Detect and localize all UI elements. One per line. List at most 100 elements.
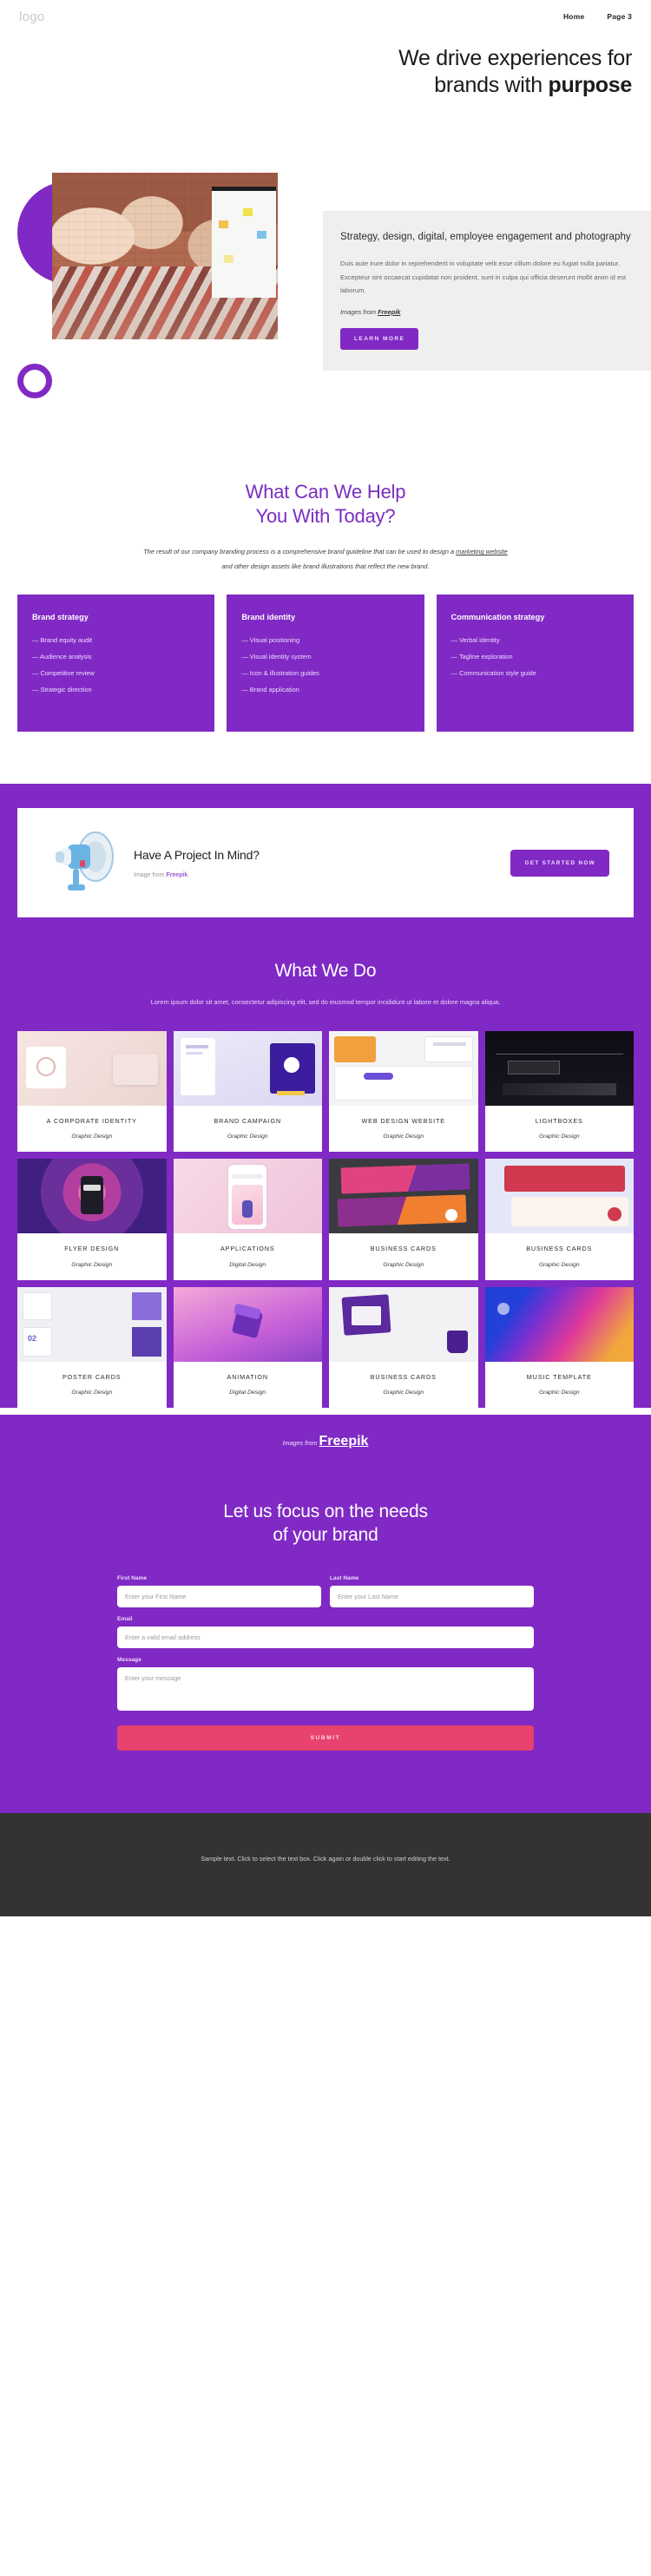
hero-title-line1: We drive experiences for (398, 46, 632, 70)
site-logo[interactable]: logo (19, 10, 45, 24)
portfolio-tile[interactable]: APPLICATIONS Digital Design (173, 1159, 323, 1280)
message-field-group: Message (117, 1657, 534, 1715)
get-started-now-button[interactable]: GET STARTED NOW (510, 849, 609, 877)
portfolio-category: Graphic Design (227, 1134, 268, 1140)
portfolio-tile[interactable]: BRAND CAMPAIGN Graphic Design (173, 1030, 322, 1153)
form-title-line2: of your brand (273, 1525, 378, 1546)
hero-photo (52, 173, 278, 339)
portfolio-meta: ANIMATION Digital Design (174, 1362, 323, 1409)
whiteboard-graphic (212, 187, 276, 298)
what-we-do-description: Lorem ipsum dolor sit amet, consectetur … (150, 998, 501, 1007)
list-item: — Brand equity audit (32, 635, 93, 644)
list-item: — Visual identity system (241, 652, 312, 660)
sticky-note (224, 255, 233, 263)
portfolio-category: Graphic Design (383, 1261, 424, 1268)
portfolio-meta: WEB DESIGN WEBSITE Graphic Design (329, 1106, 478, 1153)
portfolio-title: APPLICATIONS (220, 1245, 275, 1253)
landing-page: logo Home Page 3 We drive experiences fo… (0, 0, 651, 1917)
portfolio-tile[interactable]: WEB DESIGN WEBSITE Graphic Design (329, 1030, 478, 1153)
message-textarea[interactable] (117, 1666, 534, 1711)
portfolio-category: Digital Design (229, 1390, 266, 1396)
form-row-names: First Name Last Name (117, 1575, 534, 1616)
portfolio-thumbnail (173, 1030, 322, 1106)
card-list: — Brand equity audit — Audience analysis… (32, 636, 200, 694)
portfolio-tile[interactable]: MUSIC TEMPLATE Graphic Design (484, 1286, 634, 1409)
portfolio-title: BUSINESS CARDS (526, 1245, 593, 1253)
nav-item-page-3[interactable]: Page 3 (607, 12, 632, 21)
portfolio-thumbnail (17, 1030, 167, 1106)
team-meeting-image (52, 173, 278, 339)
service-card-brand-identity[interactable]: Brand identity — Visual positioning — Vi… (227, 595, 424, 733)
portfolio-thumbnail (329, 1030, 478, 1106)
hero-title: We drive experiences for brands with pur… (0, 45, 651, 98)
list-item: — Visual positioning (241, 635, 300, 644)
portfolio-category: Graphic Design (71, 1390, 113, 1396)
portfolio-title: BRAND CAMPAIGN (214, 1116, 282, 1125)
list-item: — Brand application (241, 686, 299, 694)
freepik-link[interactable]: Freepik (319, 1434, 369, 1449)
help-desc-part1: The result of our company branding proce… (143, 548, 457, 556)
portfolio-tile[interactable]: 02 POSTER CARDS Graphic Design (17, 1286, 167, 1409)
portfolio-credit: Images from Freepik (0, 1415, 651, 1450)
portfolio-meta: LIGHTBOXES Graphic Design (485, 1106, 635, 1153)
portfolio-tile[interactable]: LIGHTBOXES Graphic Design (484, 1030, 635, 1153)
submit-button[interactable]: SUBMIT (117, 1725, 534, 1751)
hero-title-line2: brands with purpose (434, 72, 632, 97)
message-label: Message (117, 1656, 141, 1663)
first-name-field-group: First Name (117, 1575, 321, 1607)
portfolio-tile[interactable]: BUSINESS CARDS Graphic Design (329, 1159, 478, 1280)
freepik-link[interactable]: Freepik (378, 308, 400, 316)
portfolio-title: MUSIC TEMPLATE (526, 1372, 592, 1381)
portfolio-category: Digital Design (229, 1261, 266, 1268)
portfolio-row: FLYER DESIGN Graphic Design APPLICATIONS… (17, 1159, 634, 1280)
first-name-label: First Name (117, 1574, 148, 1581)
list-item: — Strategic direction (32, 686, 92, 694)
portfolio-title: LIGHTBOXES (535, 1116, 583, 1125)
service-cards: Brand strategy — Brand equity audit — Au… (0, 574, 651, 784)
email-label: Email (117, 1615, 133, 1622)
portfolio-tile[interactable]: FLYER DESIGN Graphic Design (17, 1159, 167, 1280)
portfolio-thumbnail (329, 1286, 478, 1362)
marketing-website-link[interactable]: marketing website (456, 548, 508, 555)
portfolio-grid: A CORPORATE IDENTITY Graphic Design BRAN… (0, 1009, 651, 1409)
last-name-input[interactable] (330, 1585, 534, 1607)
portfolio-meta: APPLICATIONS Digital Design (174, 1233, 323, 1280)
portfolio-title: FLYER DESIGN (64, 1245, 120, 1253)
contact-form-section: Let us focus on the needs of your brand … (0, 1449, 651, 1813)
portfolio-meta: BUSINESS CARDS Graphic Design (329, 1362, 478, 1409)
portfolio-thumbnail (329, 1159, 478, 1234)
hero-card-body: Duis aute irure dolor in reprehenderit i… (340, 260, 627, 295)
nav-item-home[interactable]: Home (563, 12, 584, 21)
first-name-input[interactable] (117, 1585, 321, 1607)
portfolio-tile[interactable]: BUSINESS CARDS Graphic Design (329, 1286, 478, 1409)
portfolio-thumbnail (17, 1159, 167, 1234)
hero-info-card: Strategy, design, digital, employee enga… (323, 211, 651, 371)
last-name-label: Last Name (330, 1574, 359, 1581)
project-cta-banner: Have A Project In Mind? Image from Freep… (17, 808, 634, 918)
card-title: Brand strategy (32, 613, 89, 622)
card-list: — Verbal identity — Tagline exploration … (451, 636, 619, 678)
decorative-purple-ring (17, 364, 52, 398)
email-input[interactable] (117, 1626, 534, 1648)
hero-title-emphasis: purpose (548, 72, 632, 97)
main-navigation: Home Page 3 (563, 12, 632, 21)
footer-text: Sample text. Click to select the text bo… (201, 1854, 450, 1863)
portfolio-category: Graphic Design (383, 1390, 424, 1396)
freepik-link[interactable]: Freepik (166, 872, 187, 878)
site-header: logo Home Page 3 (0, 0, 651, 33)
sticky-note (257, 231, 266, 239)
portfolio-tile[interactable]: BUSINESS CARDS Graphic Design (484, 1159, 634, 1280)
service-card-communication-strategy[interactable]: Communication strategy — Verbal identity… (436, 595, 634, 733)
sticky-note (243, 208, 253, 216)
card-title: Brand identity (241, 613, 296, 622)
portfolio-tile[interactable]: A CORPORATE IDENTITY Graphic Design (17, 1030, 167, 1153)
list-item: — Tagline exploration (450, 652, 513, 660)
learn-more-button[interactable]: LEARN MORE (340, 327, 419, 350)
portfolio-thumbnail (484, 1286, 634, 1362)
help-section: What Can We Help You With Today? The res… (0, 424, 651, 575)
contact-form: First Name Last Name Email Message SUBMI… (117, 1575, 534, 1751)
service-card-brand-strategy[interactable]: Brand strategy — Brand equity audit — Au… (17, 595, 215, 733)
portfolio-tile[interactable]: ANIMATION Digital Design (173, 1286, 323, 1409)
what-we-do-title: What We Do (274, 961, 377, 982)
card-list: — Visual positioning — Visual identity s… (241, 636, 409, 694)
